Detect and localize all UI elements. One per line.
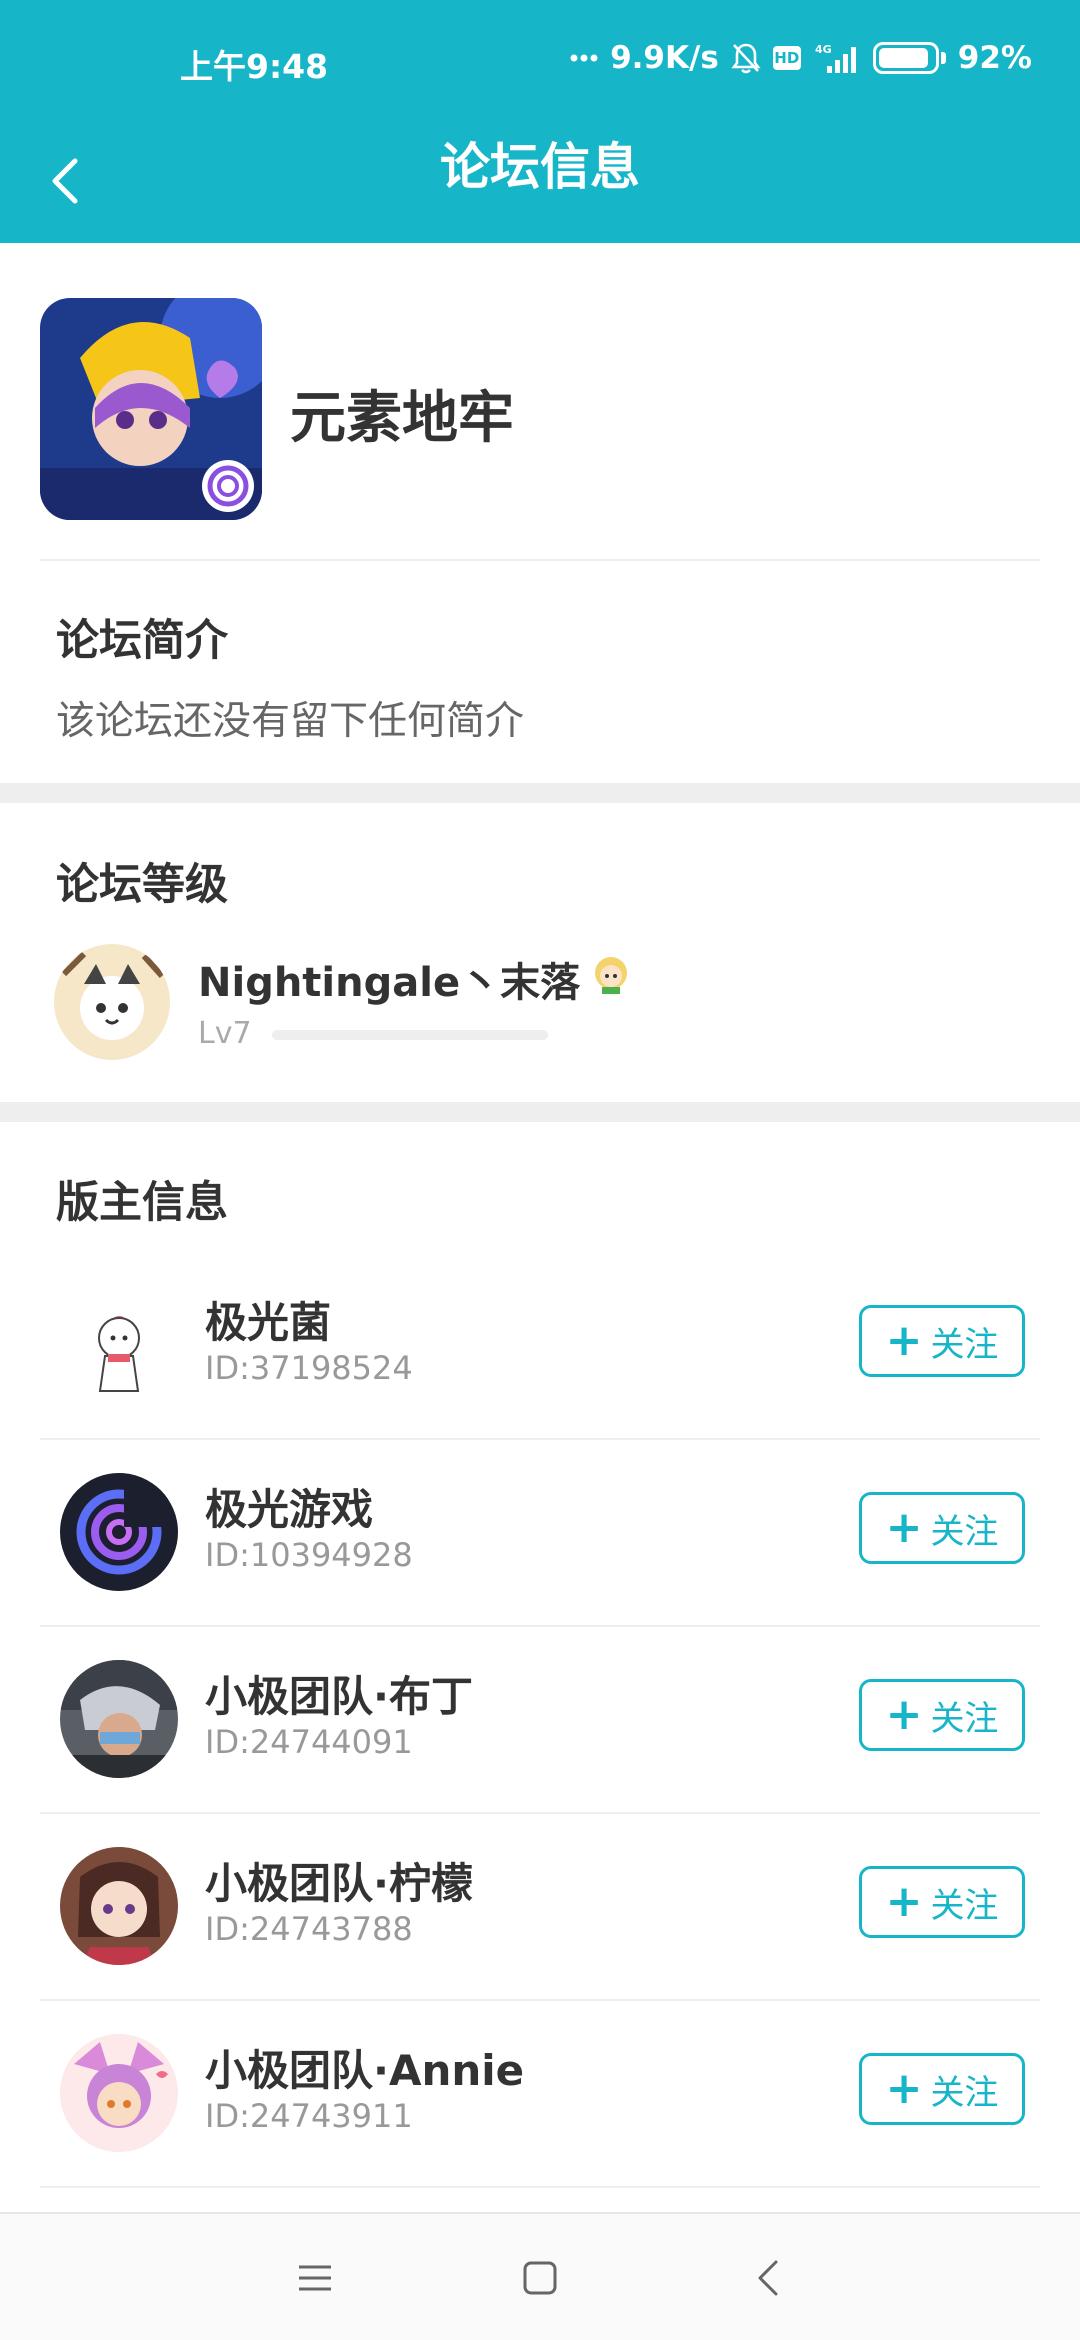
network-speed: 9.9K/s — [610, 40, 719, 76]
forum-name: 元素地牢 — [290, 386, 514, 451]
section-separator — [0, 783, 1080, 803]
follow-button[interactable]: + 关注 — [859, 1305, 1025, 1377]
moderator-name: 小极团队·Annie — [205, 2046, 525, 2095]
follow-label: 关注 — [930, 2072, 999, 2113]
mute-bell-icon — [731, 42, 761, 74]
moderator-id: ID:24743788 — [205, 1910, 413, 1948]
avatar[interactable] — [60, 1660, 178, 1778]
follow-button[interactable]: + 关注 — [859, 1679, 1025, 1751]
avatar[interactable] — [60, 1286, 178, 1404]
signal-icon: 4G — [813, 42, 861, 74]
list-item: 极光菌 ID:37198524 + 关注 — [0, 1253, 1080, 1440]
divider — [40, 559, 1040, 561]
level-tag: Lv7 — [198, 1016, 252, 1051]
moderator-name: 极光菌 — [205, 1298, 332, 1347]
moderator-name: 小极团队·布丁 — [205, 1672, 473, 1721]
signal-label: 4G — [815, 43, 832, 56]
follow-button[interactable]: + 关注 — [859, 1866, 1025, 1938]
follow-button[interactable]: + 关注 — [859, 2053, 1025, 2125]
app-bar: 论坛信息 — [0, 124, 1080, 243]
status-right: 9.9K/s HD 4G 92% — [570, 40, 1032, 76]
battery-icon — [872, 42, 946, 74]
moderator-name: 小极团队·柠檬 — [205, 1859, 473, 1908]
list-item: 小极团队·布丁 ID:24744091 + 关注 — [0, 1627, 1080, 1814]
home-square-icon[interactable] — [500, 2238, 580, 2318]
intro-text: 该论坛还没有留下任何简介 — [56, 699, 525, 744]
moderator-id: ID:24743911 — [205, 2097, 413, 2135]
moderator-id: ID:10394928 — [205, 1536, 413, 1574]
plus-icon: + — [885, 1502, 923, 1553]
forum-info-page: 上午9:48 9.9K/s HD 4G 92% 论坛信息 元素地牢 论坛简介 该… — [0, 0, 1080, 2340]
level-badge-icon — [590, 953, 632, 1005]
level-progress-bar — [272, 1030, 548, 1040]
moderator-id: ID:24744091 — [205, 1723, 413, 1761]
follow-label: 关注 — [930, 1885, 999, 1926]
menu-icon[interactable] — [275, 2238, 355, 2318]
forum-logo-image — [40, 298, 262, 520]
moderator-id: ID:37198524 — [205, 1349, 413, 1387]
forum-header: 元素地牢 — [0, 243, 1080, 561]
intro-title: 论坛简介 — [56, 616, 228, 666]
level-user: Nightingale丶末落 — [198, 950, 632, 1008]
back-triangle-icon[interactable] — [728, 2238, 808, 2318]
moderators-title: 版主信息 — [56, 1178, 228, 1228]
plus-icon: + — [885, 1876, 923, 1927]
level-user-name: Nightingale丶末落 — [198, 960, 581, 1006]
dots-icon — [570, 54, 598, 62]
list-item: 极光游戏 ID:10394928 + 关注 — [0, 1440, 1080, 1627]
list-item: 小极团队·Annie ID:24743911 + 关注 — [0, 2001, 1080, 2188]
avatar[interactable] — [60, 1847, 178, 1965]
status-bar: 上午9:48 9.9K/s HD 4G 92% — [0, 0, 1080, 124]
avatar[interactable] — [60, 1473, 178, 1591]
battery-percent: 92% — [957, 40, 1032, 76]
header: 上午9:48 9.9K/s HD 4G 92% 论坛信息 — [0, 0, 1080, 243]
system-nav-bar — [0, 2212, 1080, 2340]
follow-label: 关注 — [930, 1698, 999, 1739]
follow-button[interactable]: + 关注 — [859, 1492, 1025, 1564]
avatar[interactable] — [54, 944, 170, 1060]
page-title: 论坛信息 — [440, 138, 640, 196]
hd-icon: HD — [772, 46, 801, 70]
list-item: 小极团队·柠檬 ID:24743788 + 关注 — [0, 1814, 1080, 2001]
plus-icon: + — [885, 1689, 923, 1740]
section-separator — [0, 1102, 1080, 1122]
plus-icon: + — [885, 2063, 923, 2114]
follow-label: 关注 — [930, 1511, 999, 1552]
divider — [40, 2186, 1040, 2188]
status-time: 上午9:48 — [180, 47, 329, 86]
follow-label: 关注 — [930, 1324, 999, 1365]
level-title: 论坛等级 — [56, 860, 228, 910]
moderator-name: 极光游戏 — [205, 1485, 374, 1534]
plus-icon: + — [885, 1315, 923, 1366]
avatar[interactable] — [60, 2034, 178, 2152]
